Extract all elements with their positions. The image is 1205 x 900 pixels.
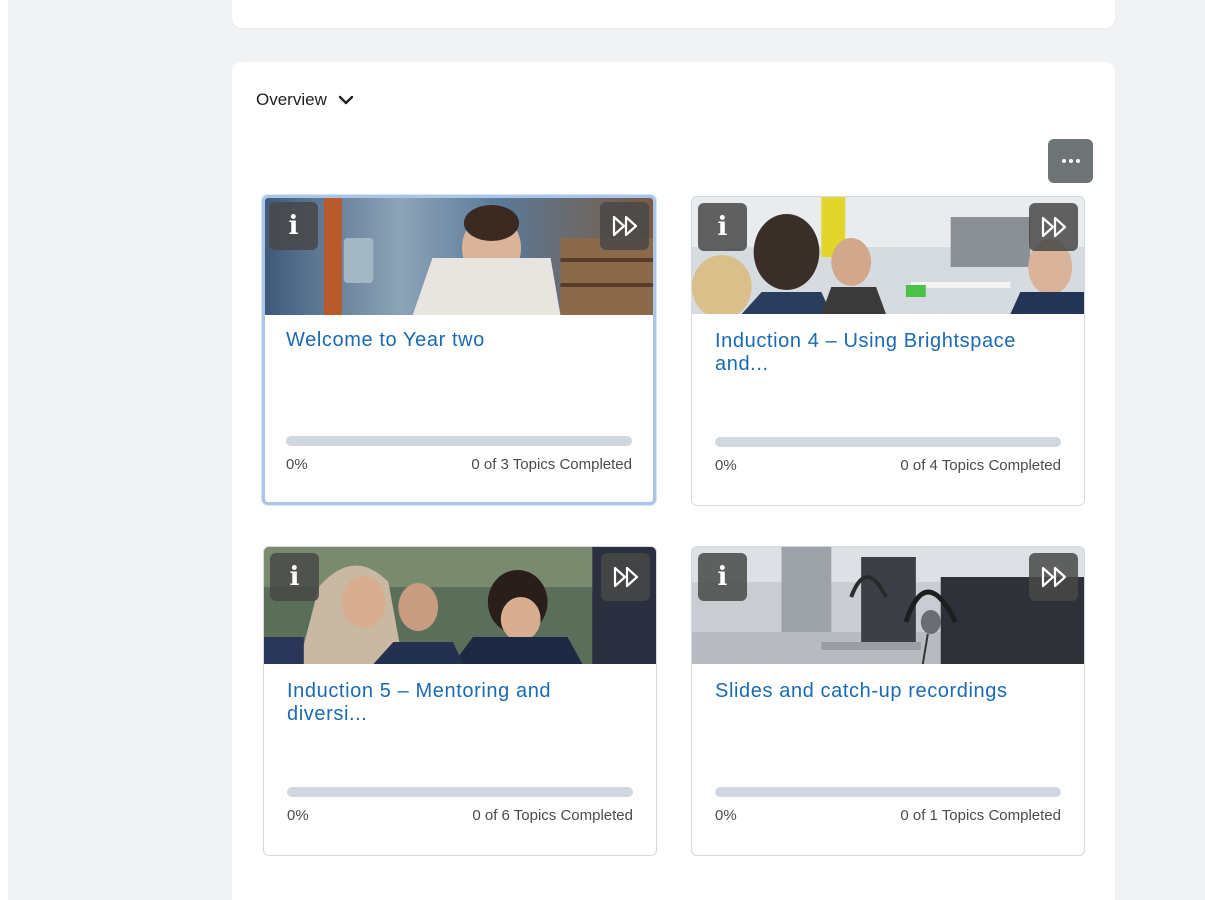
topics-completed: 0 of 6 Topics Completed [472, 807, 633, 824]
info-icon: i [288, 211, 299, 241]
progress-percent: 0% [715, 457, 737, 474]
info-button[interactable]: i [698, 203, 747, 251]
card-title[interactable]: Induction 4 – Using Brightspace and... [715, 330, 1060, 376]
topics-completed: 0 of 1 Topics Completed [900, 807, 1061, 824]
fast-forward-icon [1041, 566, 1066, 588]
card-image [265, 198, 653, 315]
progress-bar [287, 787, 633, 797]
card-title[interactable]: Slides and catch-up recordings [715, 680, 1060, 703]
fast-forward-button[interactable] [1029, 203, 1078, 251]
info-icon: i [717, 212, 728, 242]
card-image [264, 547, 656, 664]
fast-forward-icon [1041, 216, 1066, 238]
left-edge-strip [0, 0, 8, 900]
card-image [692, 197, 1084, 314]
course-card[interactable]: i Slides and catch-up recordings 0% 0 of… [691, 546, 1085, 856]
progress-bar [715, 787, 1061, 797]
card-title[interactable]: Welcome to Year two [286, 329, 631, 352]
fast-forward-button[interactable] [600, 202, 649, 250]
chevron-down-icon [338, 95, 354, 105]
info-button[interactable]: i [698, 553, 747, 601]
progress-bar [286, 436, 632, 446]
progress-percent: 0% [287, 807, 309, 824]
progress-percent: 0% [715, 807, 737, 824]
card-image [692, 547, 1084, 664]
fast-forward-button[interactable] [1029, 553, 1078, 601]
previous-widget-panel [232, 0, 1115, 28]
topics-completed: 0 of 3 Topics Completed [471, 456, 632, 473]
progress-percent: 0% [286, 456, 308, 473]
info-icon: i [289, 562, 300, 592]
fast-forward-icon [613, 566, 638, 588]
overview-widget: Overview i Welcome to Year two 0% 0 of 3… [232, 62, 1115, 900]
more-options-button[interactable] [1048, 139, 1093, 183]
info-button[interactable]: i [270, 553, 319, 601]
course-card[interactable]: i Induction 5 – Mentoring and diversi...… [263, 546, 657, 856]
course-card[interactable]: i Induction 4 – Using Brightspace and...… [691, 196, 1085, 506]
fast-forward-button[interactable] [601, 553, 650, 601]
fast-forward-icon [612, 215, 637, 237]
card-title[interactable]: Induction 5 – Mentoring and diversi... [287, 680, 632, 726]
info-icon: i [717, 562, 728, 592]
info-button[interactable]: i [269, 202, 318, 250]
overview-dropdown[interactable]: Overview [256, 90, 355, 110]
progress-bar [715, 437, 1061, 447]
course-card[interactable]: i Welcome to Year two 0% 0 of 3 Topics C… [262, 195, 656, 505]
overview-title: Overview [256, 90, 327, 109]
topics-completed: 0 of 4 Topics Completed [900, 457, 1061, 474]
